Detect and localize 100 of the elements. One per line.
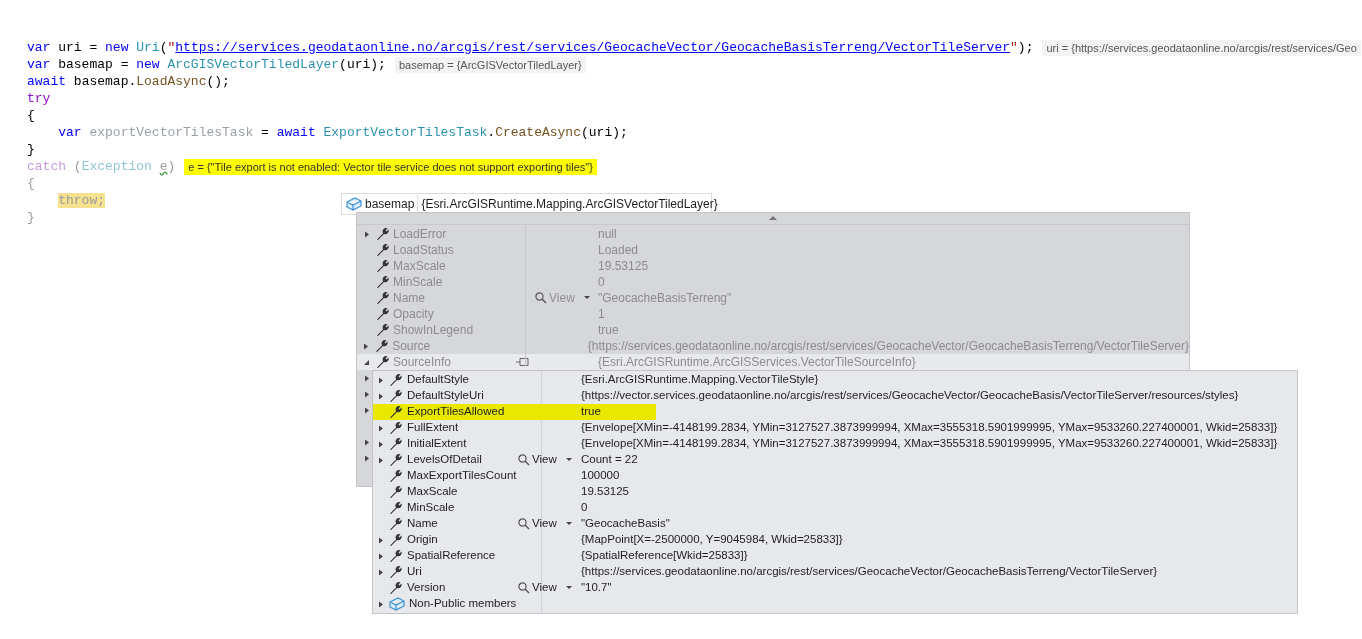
expand-arrow-icon[interactable]: [377, 599, 385, 609]
property-value: 100000: [581, 468, 620, 484]
property-row[interactable]: DefaultStyle {Esri.ArcGISRuntime.Mapping.VectorTileStyle}: [373, 372, 1297, 388]
wrench-icon: [389, 517, 403, 531]
property-name: FullExtent: [407, 420, 460, 436]
view-button[interactable]: View: [518, 451, 575, 469]
property-value: 0: [598, 274, 605, 291]
code-line: {: [27, 175, 35, 192]
wrench-icon: [389, 549, 403, 563]
property-name: MaxExportTilesCount: [407, 468, 518, 484]
wrench-icon: [375, 339, 390, 353]
value-hint[interactable]: uri = {https://services.geodataonline.no/arcgis/rest/services/Geo: [1042, 39, 1361, 56]
code-line: var uri = new Uri("https://services.geodataonline.no/arcgis/rest/services/GeocacheVector/GeocacheBasisTerreng/VectorTileServer");: [27, 39, 1034, 56]
variable-value: {Esri.ArcGISRuntime.Mapping.ArcGISVectorTiledLayer}: [421, 196, 718, 213]
code-line: }: [27, 209, 35, 226]
property-row[interactable]: Non-Public members: [373, 596, 1297, 612]
property-row[interactable]: Version View "10.7": [373, 580, 1297, 596]
wrench-icon: [389, 421, 403, 435]
code-line: var basemap = new ArcGISVectorTiledLayer(uri);: [27, 56, 386, 73]
property-name: Uri: [407, 564, 423, 580]
wrench-icon: [389, 581, 403, 595]
property-row[interactable]: InitialExtent {Envelope[XMin=-4148199.2834, YMin=3127527.3873999994, XMax=3555318.5901999995, YMax=9533260.227400001, Wkid=25833]}: [373, 436, 1297, 452]
search-icon: [518, 454, 530, 466]
property-name: InitialExtent: [407, 436, 468, 452]
property-name: Name: [407, 516, 439, 532]
property-name: MinScale: [393, 274, 444, 291]
property-row[interactable]: Uri {https://services.geodataonline.no/arcgis/rest/services/GeocacheVector/GeocacheBasisTerreng/VectorTileServer}: [373, 564, 1297, 580]
property-row[interactable]: MaxExportTilesCount 100000: [373, 468, 1297, 484]
property-name: LoadStatus: [393, 242, 455, 259]
property-name: SpatialReference: [407, 548, 497, 564]
property-value: "10.7": [581, 580, 612, 596]
exception-hint[interactable]: e = {"Tile export is not enabled: Vector tile service does not support exporting tiles"}: [184, 158, 597, 175]
property-row[interactable]: ExportTilesAllowed true: [373, 404, 1297, 420]
property-value: 19.53125: [581, 484, 629, 500]
property-value: {Esri.ArcGISRuntime.ArcGISServices.VectorTileSourceInfo}: [598, 354, 916, 371]
wrench-icon: [389, 469, 403, 483]
wrench-icon: [389, 405, 403, 419]
property-name: Origin: [407, 532, 439, 548]
property-row[interactable]: MaxScale 19.53125: [373, 484, 1297, 500]
property-name: Name: [393, 290, 426, 307]
wrench-icon: [389, 373, 403, 387]
property-name: MinScale: [407, 500, 456, 516]
cube-icon: [389, 597, 405, 611]
property-value: Count = 22: [581, 452, 638, 468]
code-line: try: [27, 90, 51, 107]
code-line: }: [27, 141, 35, 158]
property-value: {Envelope[XMin=-4148199.2834, YMin=3127527.3873999994, XMax=3555318.5901999995, YMax=9533260.227400001, Wkid=25833]}: [581, 436, 1278, 452]
property-row[interactable]: SpatialReference {SpatialReference[Wkid=25833]}: [373, 548, 1297, 564]
property-value: 0: [581, 500, 588, 516]
property-value: true: [598, 322, 619, 339]
wrench-icon: [376, 307, 390, 321]
property-name: MaxScale: [407, 484, 459, 500]
property-value: {Esri.ArcGISRuntime.Mapping.VectorTileStyle}: [581, 372, 819, 388]
value-hint[interactable]: basemap = {ArcGISVectorTiledLayer}: [394, 56, 586, 73]
property-name: LoadError: [393, 226, 448, 243]
search-icon: [535, 292, 547, 304]
property-value: null: [598, 226, 617, 243]
property-name: Version: [407, 580, 447, 596]
wrench-icon: [376, 291, 390, 305]
wrench-icon: [389, 485, 403, 499]
view-button[interactable]: View: [518, 579, 575, 597]
cube-icon: [346, 197, 362, 211]
view-button[interactable]: View: [518, 515, 575, 533]
wrench-icon: [376, 275, 390, 289]
wrench-icon: [389, 533, 403, 547]
property-value: {https://services.geodataonline.no/arcgis/rest/services/GeocacheVector/GeocacheBasisTerreng/VectorTileServer}: [587, 338, 1189, 355]
property-row[interactable]: FullExtent {Envelope[XMin=-4148199.2834, YMin=3127527.3873999994, XMax=3555318.5901999995, YMax=9533260.227400001, Wkid=25833]}: [373, 420, 1297, 436]
property-name: DefaultStyle: [407, 372, 470, 388]
property-value: 19.53125: [598, 258, 649, 275]
property-row[interactable]: LevelsOfDetail View Count = 22: [373, 452, 1297, 468]
property-value: 1: [598, 306, 605, 323]
property-value: {https://services.geodataonline.no/arcgis/rest/services/GeocacheVector/GeocacheBasisTerreng/VectorTileServer}: [581, 564, 1158, 580]
property-row[interactable]: Origin {MapPoint[X=-2500000, Y=9045984, Wkid=25833]}: [373, 532, 1297, 548]
code-line: var exportVectorTilesTask = await ExportVectorTilesTask.CreateAsync(uri);: [57, 124, 628, 141]
property-name: DefaultStyleUri: [407, 388, 485, 404]
property-name: LevelsOfDetail: [407, 452, 483, 468]
property-name: Non-Public members: [409, 596, 518, 612]
wrench-icon: [389, 453, 403, 467]
wrench-icon: [389, 389, 403, 403]
property-value: true: [581, 404, 601, 420]
code-line: await basemap.LoadAsync();: [27, 73, 230, 90]
scroll-up-icon[interactable]: [767, 213, 779, 223]
wrench-icon: [389, 565, 403, 579]
property-row[interactable]: Name View "GeocacheBasis": [373, 516, 1297, 532]
property-row[interactable]: MinScale 0: [373, 500, 1297, 516]
wrench-icon: [376, 243, 390, 257]
property-name: ExportTilesAllowed: [407, 404, 506, 420]
expand-arrow-icon[interactable]: [362, 341, 371, 351]
expand-arrow-icon[interactable]: [362, 229, 371, 239]
property-value: {Envelope[XMin=-4148199.2834, YMin=3127527.3873999994, XMax=3555318.5901999995, YMax=9533260.227400001, Wkid=25833]}: [581, 420, 1278, 436]
property-row[interactable]: DefaultStyleUri {https://vector.services.geodataonline.no/arcgis/rest/services/GeocacheVector/GeocacheBasis/VectorTileServer/resources/styles}: [373, 388, 1297, 404]
wrench-icon: [376, 259, 390, 273]
property-name: Opacity: [393, 306, 435, 323]
property-name: MaxScale: [393, 258, 447, 275]
property-value: {https://vector.services.geodataonline.no/arcgis/rest/services/GeocacheVector/GeocacheBasis/VectorTileServer/resources/styles}: [581, 388, 1239, 404]
search-icon: [518, 518, 530, 530]
wrench-icon: [389, 437, 403, 451]
pin-icon[interactable]: [515, 357, 529, 367]
property-name: SourceInfo: [393, 354, 453, 371]
wrench-icon: [376, 227, 390, 241]
